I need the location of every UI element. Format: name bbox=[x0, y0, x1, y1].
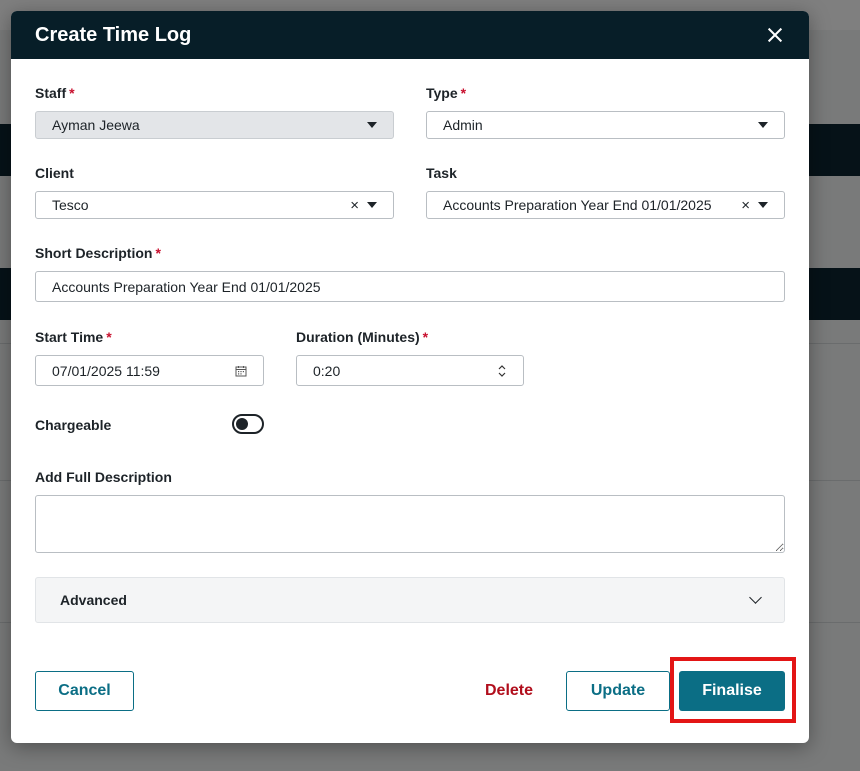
client-label-text: Client bbox=[35, 165, 74, 181]
chargeable-label-text: Chargeable bbox=[35, 417, 112, 433]
required-marker: * bbox=[460, 85, 467, 101]
create-time-log-dialog: Create Time Log Staff * Ayman Jeewa Type *… bbox=[11, 11, 809, 743]
advanced-accordion[interactable]: Advanced bbox=[35, 577, 785, 623]
short-description-label: Short Description * bbox=[35, 245, 161, 261]
duration-value: 0:20 bbox=[313, 362, 341, 379]
chargeable-label: Chargeable bbox=[35, 417, 111, 433]
required-marker: * bbox=[422, 329, 429, 345]
type-value: Admin bbox=[443, 117, 483, 133]
caret-down-icon bbox=[758, 122, 768, 128]
start-time-input[interactable]: 07/01/2025 11:59 bbox=[35, 355, 264, 386]
dialog-header: Create Time Log bbox=[11, 11, 809, 59]
update-button[interactable]: Update bbox=[566, 671, 670, 711]
cancel-button[interactable]: Cancel bbox=[35, 671, 134, 711]
dialog-title: Create Time Log bbox=[35, 23, 192, 46]
close-icon[interactable] bbox=[765, 25, 785, 45]
caret-down-icon bbox=[367, 202, 377, 208]
stepper-icon[interactable] bbox=[497, 364, 507, 378]
duration-label-text: Duration (Minutes) bbox=[296, 329, 420, 345]
task-value: Accounts Preparation Year End 01/01/2025 bbox=[443, 197, 712, 213]
type-select[interactable]: Admin bbox=[426, 111, 785, 139]
client-select[interactable]: Tesco × bbox=[35, 191, 394, 219]
task-label: Task bbox=[426, 165, 457, 181]
chargeable-toggle[interactable] bbox=[232, 414, 264, 434]
staff-label-text: Staff bbox=[35, 85, 67, 101]
full-description-textarea[interactable] bbox=[35, 495, 785, 553]
required-marker: * bbox=[69, 85, 75, 101]
toggle-knob bbox=[236, 418, 248, 430]
chevron-down-icon bbox=[749, 591, 762, 604]
client-label: Client bbox=[35, 165, 74, 181]
task-select[interactable]: Accounts Preparation Year End 01/01/2025… bbox=[426, 191, 785, 219]
start-time-value: 07/01/2025 11:59 bbox=[52, 362, 160, 379]
caret-down-icon bbox=[758, 202, 768, 208]
calendar-icon[interactable] bbox=[235, 365, 247, 377]
start-time-label: Start Time * bbox=[35, 329, 112, 345]
clear-icon[interactable]: × bbox=[741, 198, 750, 213]
required-marker: * bbox=[155, 245, 161, 261]
advanced-label: Advanced bbox=[60, 592, 127, 608]
start-time-label-text: Start Time bbox=[35, 329, 104, 345]
type-label-text: Type bbox=[426, 85, 458, 101]
client-value: Tesco bbox=[52, 197, 89, 213]
delete-button[interactable]: Delete bbox=[473, 671, 545, 711]
finalise-highlight-box bbox=[670, 657, 796, 723]
short-description-label-text: Short Description bbox=[35, 245, 153, 261]
short-description-value: Accounts Preparation Year End 01/01/2025 bbox=[52, 278, 321, 295]
staff-label: Staff * bbox=[35, 85, 75, 101]
staff-select[interactable]: Ayman Jeewa bbox=[35, 111, 394, 139]
short-description-input[interactable]: Accounts Preparation Year End 01/01/2025 bbox=[35, 271, 785, 302]
type-label: Type * bbox=[426, 85, 466, 101]
clear-icon[interactable]: × bbox=[350, 198, 359, 213]
staff-value: Ayman Jeewa bbox=[52, 117, 140, 133]
required-marker: * bbox=[106, 329, 112, 345]
duration-input[interactable]: 0:20 bbox=[296, 355, 524, 386]
caret-down-icon bbox=[367, 122, 377, 128]
task-label-text: Task bbox=[426, 165, 457, 181]
full-description-label-text: Add Full Description bbox=[35, 469, 172, 485]
duration-label: Duration (Minutes) * bbox=[296, 329, 428, 345]
full-description-label: Add Full Description bbox=[35, 469, 172, 485]
